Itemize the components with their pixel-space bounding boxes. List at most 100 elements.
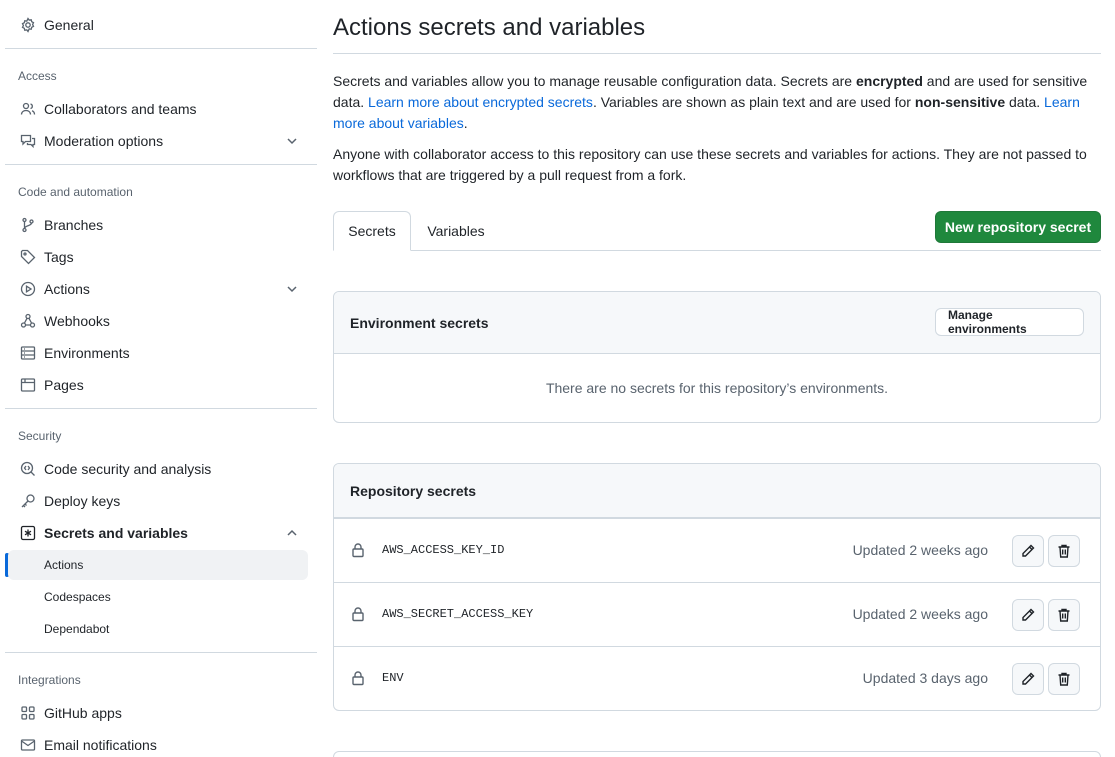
sidebar-item-actions[interactable]: Actions: [8, 273, 308, 305]
webhook-icon: [20, 313, 36, 329]
environment-secrets-box: Environment secrets Manage environments …: [333, 291, 1101, 423]
environment-secrets-title: Environment secrets: [350, 315, 489, 331]
lock-icon: [352, 543, 364, 558]
sidebar-divider: [5, 652, 317, 653]
trash-icon: [1058, 672, 1070, 686]
sidebar-item-general[interactable]: General: [8, 9, 308, 41]
comment-discussion-icon: [20, 133, 36, 149]
codescan-icon: [20, 461, 36, 477]
sidebar-subitem-label: Actions: [44, 558, 84, 572]
sidebar-item-collaborators[interactable]: Collaborators and teams: [8, 93, 308, 125]
new-repository-secret-button[interactable]: New repository secret: [935, 211, 1101, 243]
sidebar-section-security: Security: [18, 429, 62, 443]
delete-secret-button[interactable]: [1048, 535, 1080, 567]
sidebar-item-label: Branches: [44, 217, 104, 233]
sidebar-section-access: Access: [18, 69, 57, 83]
tag-icon: [20, 249, 36, 265]
sidebar-item-moderation[interactable]: Moderation options: [8, 125, 308, 157]
chevron-down-icon: [287, 286, 297, 293]
sidebar-item-label: Environments: [44, 345, 130, 361]
sidebar-item-label: Pages: [44, 377, 84, 393]
tab-variables[interactable]: Variables: [414, 211, 498, 251]
intro-paragraph: Secrets and variables allow you to manag…: [333, 71, 1101, 134]
access-note: Anyone with collaborator access to this …: [333, 146, 1087, 183]
next-section-box: [333, 751, 1101, 757]
intro-text: .: [463, 115, 468, 131]
edit-secret-button[interactable]: [1012, 535, 1044, 567]
edit-secret-button[interactable]: [1012, 599, 1044, 631]
apps-icon: [20, 705, 36, 721]
secret-row: AWS_SECRET_ACCESS_KEY Updated 2 weeks ag…: [334, 582, 1100, 646]
secret-row: ENV Updated 3 days ago: [334, 646, 1100, 710]
sidebar-item-branches[interactable]: Branches: [8, 209, 308, 241]
secret-name: AWS_ACCESS_KEY_ID: [382, 543, 505, 557]
secret-updated: Updated 2 weeks ago: [852, 542, 988, 558]
tab-secrets[interactable]: Secrets: [333, 211, 411, 251]
sidebar-item-label: Code security and analysis: [44, 461, 212, 477]
sidebar-subitem-codespaces[interactable]: Codespaces: [8, 582, 308, 612]
key-icon: [20, 493, 36, 509]
sidebar-item-webhooks[interactable]: Webhooks: [8, 305, 308, 337]
sidebar-item-label: GitHub apps: [44, 705, 122, 721]
lock-icon: [352, 671, 364, 686]
trash-icon: [1058, 608, 1070, 622]
sidebar-item-label: Secrets and variables: [44, 525, 188, 541]
play-icon: [20, 281, 36, 297]
pencil-icon: [1022, 672, 1035, 685]
sidebar-item-label: General: [44, 17, 94, 33]
sidebar-section-integrations: Integrations: [18, 673, 81, 687]
sidebar-item-tags[interactable]: Tags: [8, 241, 308, 273]
pencil-icon: [1022, 608, 1035, 621]
repository-secrets-title: Repository secrets: [350, 483, 477, 499]
sidebar-item-github-apps[interactable]: GitHub apps: [8, 697, 308, 729]
secret-name: ENV: [382, 671, 404, 685]
learn-more-secrets-link[interactable]: Learn more about encrypted secrets: [368, 94, 593, 110]
sidebar-item-label: Deploy keys: [44, 493, 121, 509]
chevron-down-icon: [287, 138, 297, 145]
title-divider: [333, 53, 1101, 54]
sidebar-section-code: Code and automation: [18, 185, 133, 199]
sidebar-divider: [5, 408, 317, 409]
trash-icon: [1058, 544, 1070, 558]
secret-updated: Updated 3 days ago: [862, 670, 988, 686]
secret-name: AWS_SECRET_ACCESS_KEY: [382, 607, 534, 621]
intro-text: Secrets and variables allow you to manag…: [333, 73, 856, 89]
secret-row: AWS_ACCESS_KEY_ID Updated 2 weeks ago: [334, 518, 1100, 582]
chevron-up-icon: [287, 529, 297, 536]
git-branch-icon: [20, 217, 36, 233]
sidebar-subitem-dependabot[interactable]: Dependabot: [8, 614, 308, 644]
server-icon: [20, 345, 36, 361]
sidebar-item-label: Tags: [44, 249, 74, 265]
mail-icon: [20, 737, 36, 753]
edit-secret-button[interactable]: [1012, 663, 1044, 695]
intro-bold-encrypted: encrypted: [855, 73, 923, 89]
sidebar-item-label: Email notifications: [44, 737, 157, 753]
sidebar-item-code-security[interactable]: Code security and analysis: [8, 453, 308, 485]
manage-environments-button[interactable]: Manage environments: [935, 308, 1084, 336]
settings-sidebar: General Access Collaborators and teams M…: [0, 0, 318, 757]
sidebar-item-label: Webhooks: [44, 313, 110, 329]
sidebar-item-pages[interactable]: Pages: [8, 369, 308, 401]
sidebar-item-deploy-keys[interactable]: Deploy keys: [8, 485, 308, 517]
delete-secret-button[interactable]: [1048, 663, 1080, 695]
sidebar-subitem-label: Codespaces: [44, 590, 111, 604]
intro-text: . Variables are shown as plain text and …: [592, 94, 915, 110]
page-title: Actions secrets and variables: [333, 14, 646, 41]
sidebar-subitem-actions[interactable]: Actions: [8, 550, 308, 580]
pencil-icon: [1022, 544, 1035, 557]
repository-secrets-header: Repository secrets: [334, 464, 1100, 518]
sidebar-item-label: Moderation options: [44, 133, 164, 149]
sidebar-divider: [5, 48, 317, 49]
delete-secret-button[interactable]: [1048, 599, 1080, 631]
intro-text: data.: [1005, 94, 1045, 110]
empty-state-message: There are no secrets for this repository…: [545, 380, 889, 396]
sidebar-item-environments[interactable]: Environments: [8, 337, 308, 369]
repository-secrets-box: Repository secrets AWS_ACCESS_KEY_ID Upd…: [333, 463, 1101, 711]
gear-icon: [20, 17, 36, 33]
environment-secrets-header: Environment secrets Manage environments: [334, 292, 1100, 354]
sidebar-item-email-notifications[interactable]: Email notifications: [8, 729, 308, 757]
secret-updated: Updated 2 weeks ago: [852, 606, 988, 622]
sidebar-item-secrets-variables[interactable]: Secrets and variables: [8, 517, 308, 549]
sidebar-item-label: Actions: [44, 281, 90, 297]
lock-icon: [352, 607, 364, 622]
